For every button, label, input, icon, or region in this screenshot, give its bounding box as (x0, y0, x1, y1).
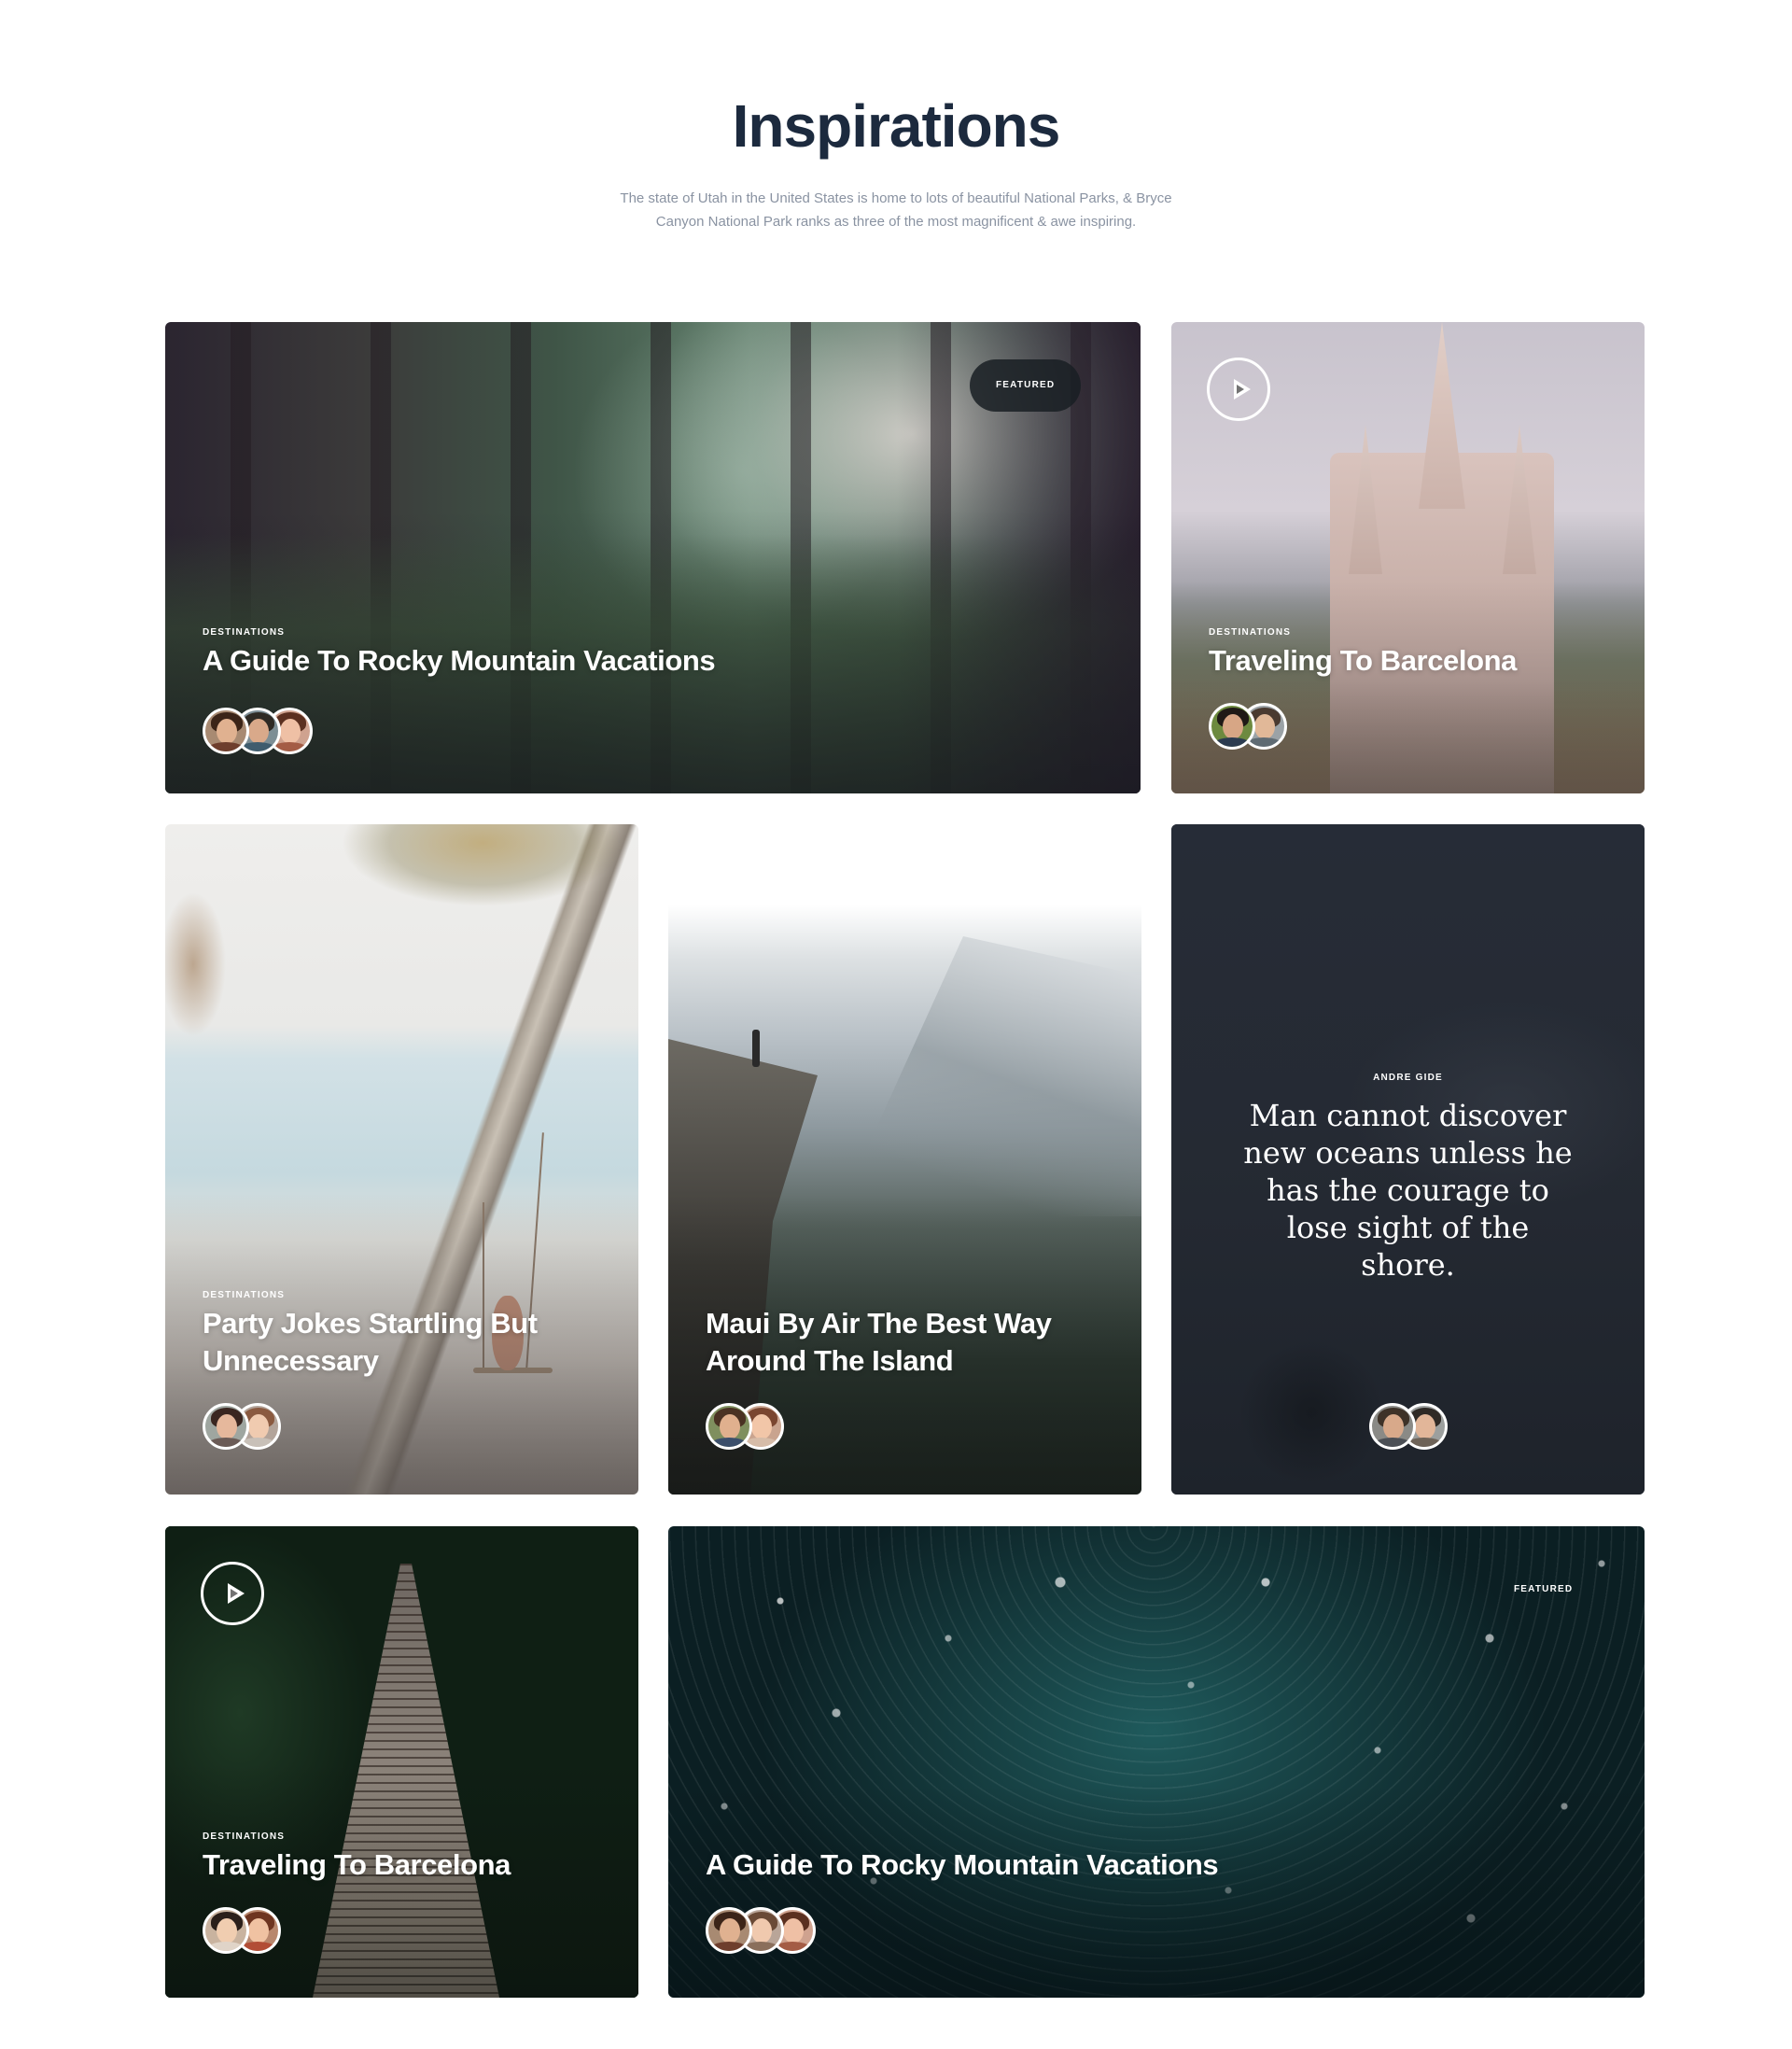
card-title[interactable]: Traveling To Barcelona (1209, 642, 1607, 680)
article-card-barcelona-cathedral[interactable]: DESTINATIONS Traveling To Barcelona (1171, 322, 1645, 793)
card-category: DESTINATIONS (203, 627, 286, 638)
quote-card[interactable]: ANDRE GIDE Man cannot discover new ocean… (1171, 824, 1645, 1495)
avatar[interactable] (706, 1907, 752, 1954)
article-card-underwater[interactable]: FEATURED A Guide To Rocky Mountain Vacat… (668, 1526, 1645, 1998)
page-title: Inspirations (732, 92, 1061, 160)
avatar[interactable] (203, 708, 249, 754)
card-title[interactable]: A Guide To Rocky Mountain Vacations (203, 642, 1103, 680)
avatar[interactable] (203, 1907, 249, 1954)
card-title[interactable]: A Guide To Rocky Mountain Vacations (706, 1846, 1607, 1884)
author-avatars (706, 1907, 816, 1954)
card-title[interactable]: Party Jokes Startling But Unnecessary (203, 1305, 601, 1380)
avatar[interactable] (1209, 703, 1255, 750)
play-video-button[interactable] (201, 1562, 264, 1625)
play-video-button[interactable] (1207, 358, 1270, 421)
card-category: DESTINATIONS (203, 1290, 286, 1300)
featured-badge: FEATURED (1514, 1584, 1574, 1594)
card-category: DESTINATIONS (203, 1831, 286, 1842)
article-card-rope-bridge[interactable]: DESTINATIONS Traveling To Barcelona (165, 1526, 638, 1998)
page-subtitle: The state of Utah in the United States i… (620, 190, 1172, 230)
avatar[interactable] (203, 1403, 249, 1450)
featured-badge: FEATURED (970, 359, 1082, 412)
author-avatars (706, 1403, 784, 1450)
article-card-rocky-mountain-forest[interactable]: FEATURED DESTINATIONS A Guide To Rocky M… (165, 322, 1141, 793)
article-card-maui-cliffs[interactable]: Maui By Air The Best Way Around The Isla… (668, 824, 1141, 1495)
author-avatars (1209, 703, 1287, 750)
author-avatars (203, 1907, 281, 1954)
author-avatars (1369, 1403, 1448, 1450)
card-category: DESTINATIONS (1209, 627, 1292, 638)
avatar[interactable] (1369, 1403, 1416, 1450)
card-title[interactable]: Maui By Air The Best Way Around The Isla… (706, 1305, 1104, 1380)
card-title[interactable]: Traveling To Barcelona (203, 1846, 601, 1884)
avatar[interactable] (706, 1403, 752, 1450)
quote-author: ANDRE GIDE (1373, 1073, 1443, 1083)
author-avatars (203, 1403, 281, 1450)
article-card-palm-swing[interactable]: DESTINATIONS Party Jokes Startling But U… (165, 824, 638, 1495)
author-avatars (203, 708, 313, 754)
quote-text: Man cannot discover new oceans unless he… (1243, 1098, 1573, 1283)
